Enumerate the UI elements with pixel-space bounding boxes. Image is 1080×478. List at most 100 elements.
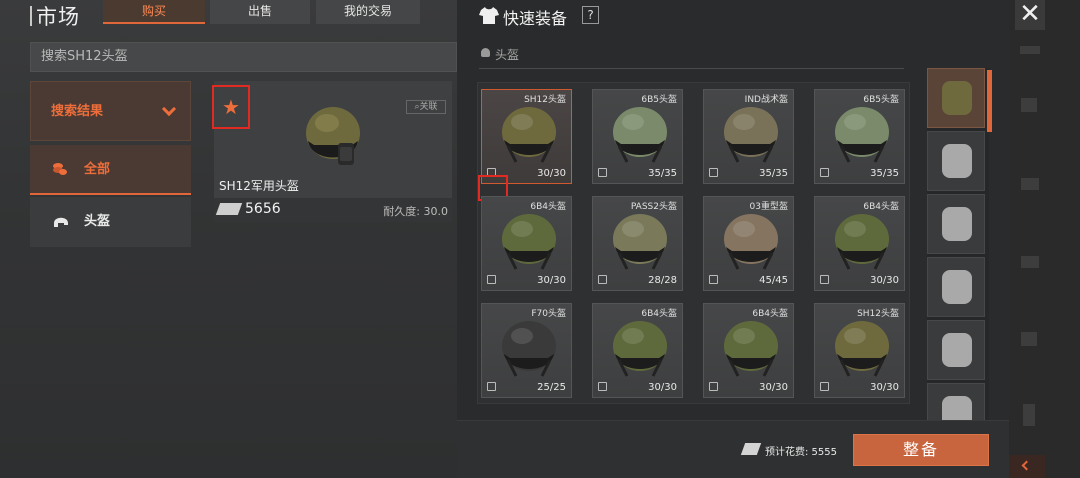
helmet-slot-count: 28/28	[648, 275, 677, 286]
helmet-slot-count: 30/30	[537, 168, 566, 179]
category-tab[interactable]	[927, 131, 985, 191]
helmet-image	[306, 107, 360, 165]
lock-icon	[598, 275, 607, 284]
helmet-image	[613, 321, 667, 377]
lock-icon	[487, 382, 496, 391]
filter-all-label: 全部	[84, 162, 111, 177]
helmet-slot[interactable]: 6B5头盔 35/35	[814, 89, 905, 184]
helmet-slot-count: 35/35	[870, 168, 899, 179]
equip-button[interactable]: 整备	[853, 434, 989, 466]
lock-icon	[598, 382, 607, 391]
quick-equip-panel: 快速装备 ? 头盔 SH12头盔 30/30 6B5头盔 35/35 IND战术盔 35/…	[457, 0, 1009, 478]
result-price: 5656	[245, 201, 281, 217]
result-card[interactable]: ★ ⌕关联 SH12军用头盔 5656 耐久度: 30.0	[212, 81, 452, 222]
body-armor-icon	[942, 270, 972, 304]
helmet-small-icon	[481, 48, 490, 57]
bag-icon	[1021, 178, 1039, 190]
lock-icon	[820, 168, 829, 177]
helmet-image	[835, 214, 889, 270]
helmet-slot[interactable]: SH12头盔 30/30	[478, 89, 572, 201]
helmet-image	[724, 107, 778, 163]
helmet-slot-count: 35/35	[759, 168, 788, 179]
search-input[interactable]: 搜索SH12头盔	[30, 42, 457, 72]
lock-icon	[820, 382, 829, 391]
estimated-cost: 预计花费: 5555	[765, 447, 837, 458]
lock-icon	[487, 275, 496, 284]
helmet-slot-count: 45/45	[759, 275, 788, 286]
quick-equip-footer: 预计花费: 5555 整备	[457, 420, 1009, 478]
helmet-slot[interactable]: SH12头盔 30/30	[814, 303, 905, 398]
result-durability: 耐久度: 30.0	[383, 205, 448, 218]
shirt-icon	[1021, 332, 1037, 346]
lock-icon	[709, 382, 718, 391]
help-button[interactable]: ?	[582, 6, 599, 24]
helmet-image	[502, 107, 556, 163]
chat-icon	[1021, 256, 1039, 268]
tab-sell[interactable]: 出售	[210, 0, 310, 24]
helmet-slot[interactable]: 6B4头盔 30/30	[814, 196, 905, 291]
helmet-slot-count: 30/30	[537, 275, 566, 286]
chevron-down-icon	[161, 101, 177, 117]
lock-icon	[820, 275, 829, 284]
back-arrow-icon[interactable]	[1009, 455, 1045, 478]
favorite-star-icon[interactable]: ★	[212, 85, 250, 129]
ghost-icon	[1020, 46, 1040, 54]
helmet-slot[interactable]: 6B4头盔 30/30	[703, 303, 794, 398]
compare-button[interactable]: ⌕关联	[406, 100, 446, 114]
helmet-icon	[54, 217, 68, 227]
side-strip	[1009, 0, 1080, 478]
helmet-slot-count: 30/30	[648, 382, 677, 393]
helmet-slot[interactable]: F70头盔 25/25	[481, 303, 572, 398]
bottle-icon	[1023, 404, 1035, 426]
helmet-slot-count: 35/35	[648, 168, 677, 179]
cash-icon	[215, 203, 243, 215]
helmet-image	[835, 321, 889, 377]
lock-icon	[709, 168, 718, 177]
market-header: 市场 购买 出售 我的交易	[0, 0, 457, 29]
category-tab[interactable]	[927, 257, 985, 317]
tab-buy[interactable]: 购买	[103, 0, 205, 24]
filter-helmet-label: 头盔	[84, 214, 111, 229]
helmet-slot[interactable]: 03重型盔 45/45	[703, 196, 794, 291]
quick-equip-title: 快速装备	[503, 9, 568, 28]
lock-icon	[709, 275, 718, 284]
helmet-image	[502, 214, 556, 270]
filter-helmet[interactable]: 头盔	[30, 197, 191, 247]
helmet-slot[interactable]: 6B5头盔 35/35	[592, 89, 683, 184]
helmet-slot-count: 25/25	[537, 382, 566, 393]
section-label: 头盔	[481, 46, 519, 63]
market-title: 市场	[36, 5, 80, 29]
helmet-image	[724, 214, 778, 270]
helmet-image	[724, 321, 778, 377]
gas-mask-icon	[942, 207, 972, 241]
close-icon[interactable]: ✕	[1015, 0, 1045, 30]
helmet-image	[835, 107, 889, 163]
result-name: SH12军用头盔	[219, 179, 299, 193]
helmet-slot-count: 30/30	[870, 275, 899, 286]
filter-all[interactable]: 全部	[30, 145, 191, 195]
armband-icon	[942, 144, 972, 178]
helmet-image	[613, 107, 667, 163]
filter-search-results-label: 搜索结果	[51, 104, 104, 119]
lock-icon	[598, 168, 607, 177]
tab-my-trades[interactable]: 我的交易	[316, 0, 420, 24]
price-bar: 5656 耐久度: 30.0	[214, 198, 452, 222]
home-icon	[1021, 98, 1037, 112]
category-tab[interactable]	[927, 320, 985, 380]
category-tab[interactable]	[927, 194, 985, 254]
cash-icon	[740, 443, 762, 455]
coins-icon	[53, 163, 67, 175]
helmet-slot[interactable]: 6B4头盔 30/30	[481, 196, 572, 291]
market-panel: 市场 购买 出售 我的交易 搜索SH12头盔 搜索结果 全部 头盔 ★ ⌕关联	[0, 0, 457, 478]
category-tab[interactable]	[927, 68, 985, 128]
helmet-slot[interactable]: IND战术盔 35/35	[703, 89, 794, 184]
category-scrollbar[interactable]	[987, 70, 992, 132]
helmet-image	[502, 321, 556, 377]
helmet-slot[interactable]: 6B4头盔 30/30	[592, 303, 683, 398]
helmet-icon	[942, 81, 972, 115]
shirt-icon	[479, 7, 499, 24]
helmet-slot[interactable]: PASS2头盔 28/28	[592, 196, 683, 291]
chest-rig-icon	[942, 333, 972, 367]
section-divider	[479, 68, 904, 69]
filter-search-results[interactable]: 搜索结果	[30, 81, 191, 141]
